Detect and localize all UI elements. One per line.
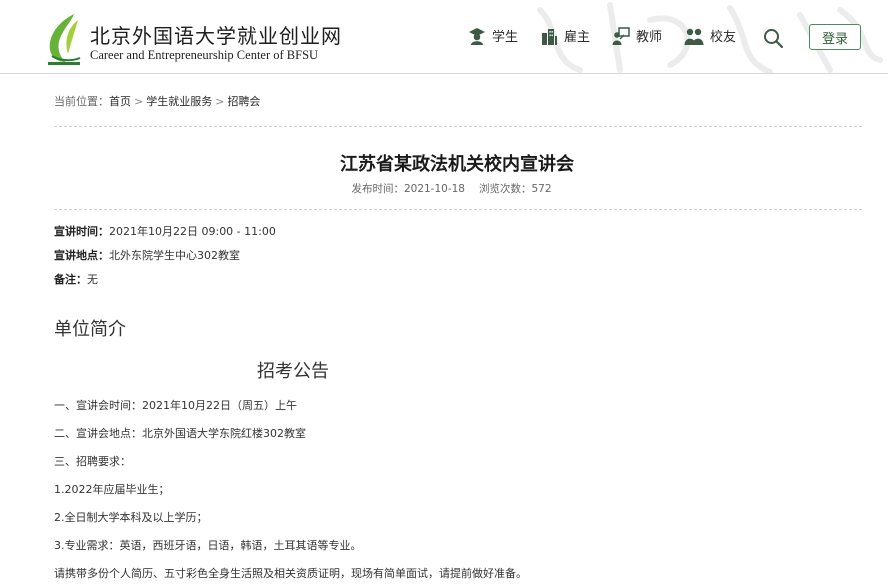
paragraph: 一、宣讲会时间：2021年10月22日（周五）上午 (54, 399, 297, 412)
breadcrumb-separator: > (215, 95, 225, 108)
divider (54, 209, 862, 210)
info-remark-value: 无 (87, 273, 98, 286)
employer-building-icon (542, 28, 558, 45)
info-time-label: 宣讲时间： (54, 225, 109, 238)
site-header: 北京外国语大学就业创业网 Career and Entrepreneurship… (0, 0, 888, 74)
info-time: 宣讲时间：2021年10月22日 09:00 - 11:00 (54, 223, 276, 239)
article-meta: 发布时间：2021-10-18 浏览次数：572 (0, 181, 888, 196)
breadcrumb: 当前位置：首页 > 学生就业服务 > 招聘会 (54, 93, 260, 109)
nav-item-alumni[interactable]: 校友 (684, 26, 736, 45)
notice-title: 招考公告 (257, 361, 329, 382)
paragraph: 3.专业需求：英语，西班牙语，日语，韩语，土耳其语等专业。 (54, 539, 362, 552)
paragraph: 1.2022年应届毕业生； (54, 483, 170, 496)
view-count-label: 浏览次数： (478, 183, 532, 195)
breadcrumb-separator: > (134, 95, 144, 108)
paragraph: 2.全日制大学本科及以上学历； (54, 511, 208, 524)
nav-item-student-label: 学生 (492, 30, 519, 45)
info-location: 宣讲地点：北外东院学生中心302教室 (54, 247, 240, 263)
nav-item-teacher-label: 教师 (636, 30, 663, 45)
nav-item-teacher[interactable]: 教师 (612, 26, 662, 45)
logo-english-name: Career and Entrepreneurship Center of BF… (90, 48, 319, 62)
bfsu-logo-icon (48, 14, 81, 65)
nav-item-employer-label: 雇主 (564, 30, 591, 45)
nav-item-alumni-label: 校友 (710, 30, 737, 45)
publish-date-label: 发布时间： (351, 183, 404, 195)
nav-item-employer[interactable]: 雇主 (540, 26, 590, 45)
info-remark-label: 备注： (54, 273, 87, 286)
student-icon (469, 27, 485, 45)
search-icon[interactable] (762, 27, 784, 49)
breadcrumb-student-service-link[interactable]: 学生就业服务 (146, 95, 212, 108)
info-remark: 备注：无 (54, 271, 98, 287)
nav-item-student[interactable]: 学生 (468, 26, 518, 45)
info-location-label: 宣讲地点： (54, 249, 109, 262)
view-count: 572 (531, 183, 552, 195)
alumni-group-icon (684, 28, 704, 45)
main-nav: 学生 雇主 教师 校友 (468, 26, 758, 45)
paragraph: 三、招聘要求： (54, 455, 131, 468)
breadcrumb-prefix: 当前位置： (54, 95, 109, 108)
login-button[interactable]: 登录 (809, 24, 861, 50)
teacher-icon (612, 26, 630, 45)
divider (54, 126, 862, 127)
article-title: 江苏省某政法机关校内宣讲会 (340, 154, 574, 175)
section-title: 单位简介 (54, 319, 126, 340)
info-location-value: 北外东院学生中心302教室 (109, 249, 240, 262)
logo-chinese-name: 北京外国语大学就业创业网 (90, 24, 342, 48)
paragraph: 二、宣讲会地点：北京外国语大学东院红楼302教室 (54, 427, 306, 440)
paragraph: 请携带多份个人简历、五寸彩色全身生活照及相关资质证明，现场有简单面试，请提前做好… (54, 567, 527, 580)
breadcrumb-job-fair-link[interactable]: 招聘会 (227, 95, 260, 108)
publish-date: 2021-10-18 (403, 183, 465, 195)
info-time-value: 2021年10月22日 09:00 - 11:00 (109, 225, 276, 238)
breadcrumb-home-link[interactable]: 首页 (109, 95, 131, 108)
